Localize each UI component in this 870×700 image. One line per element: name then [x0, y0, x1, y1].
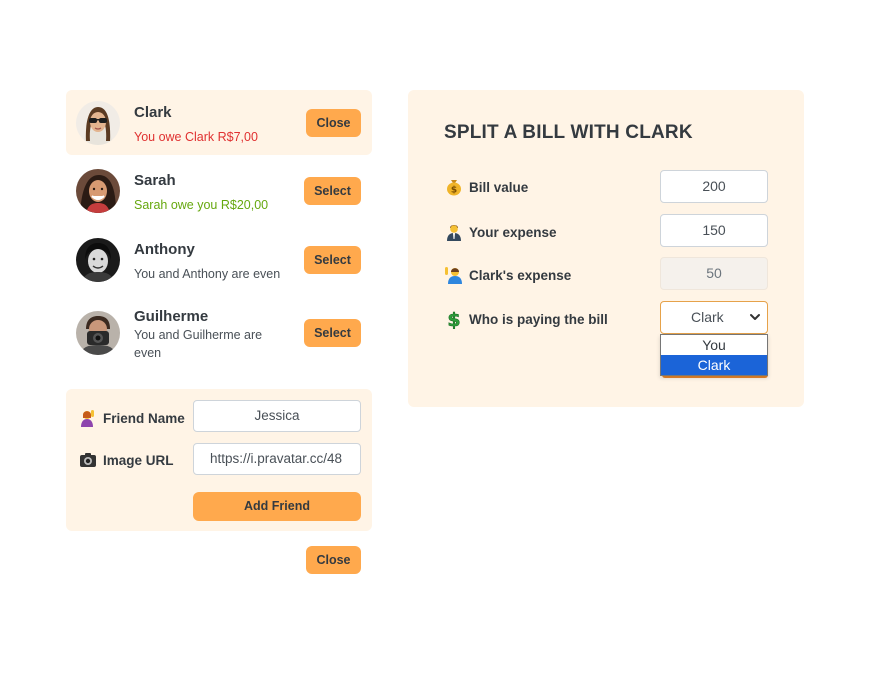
add-friend-button[interactable]: Add Friend [193, 492, 361, 521]
friend-name: Guilherme [134, 308, 209, 325]
image-url-input[interactable]: https://i.pravatar.cc/48 [193, 443, 361, 475]
friend-expense-label: Clark's expense [444, 266, 571, 284]
your-expense-input[interactable]: 150 [660, 214, 768, 247]
friend-name: Sarah [134, 172, 176, 189]
avatar-guilherme [76, 311, 120, 355]
payer-option-clark[interactable]: Clark [661, 355, 767, 375]
person-raising-hand-icon [444, 266, 464, 284]
add-friend-form: Friend Name Jessica Image URL https://i.… [66, 389, 372, 531]
friend-expense-input: 50 [660, 257, 768, 290]
camera-icon [78, 452, 98, 468]
svg-text:$: $ [451, 186, 457, 196]
friend-name-label-text: Friend Name [103, 410, 185, 426]
man-in-suit-icon [444, 223, 464, 241]
bill-value-label-text: Bill value [469, 179, 529, 195]
split-bill-title: SPLIT A BILL WITH CLARK [444, 122, 693, 143]
friend-item-guilherme: Guilherme You and Guilherme are even Sel… [66, 300, 372, 365]
avatar-clark [76, 101, 120, 145]
friend-item-clark: Clark You owe Clark R$7,00 Close [66, 90, 372, 155]
payer-select-value: Clark [691, 309, 724, 325]
friend-balance-status: Sarah owe you R$20,00 [134, 198, 269, 212]
friend-item-sarah: Sarah Sarah owe you R$20,00 Select [66, 158, 372, 223]
dollar-sign-icon: $ [444, 309, 464, 329]
payer-option-you[interactable]: You [661, 335, 767, 355]
svg-text:$: $ [447, 309, 460, 329]
friend-name: Anthony [134, 241, 195, 258]
friend-balance-status: You and Guilherme are even [134, 328, 263, 360]
friend-name-input[interactable]: Jessica [193, 400, 361, 432]
select-friend-button[interactable]: Select [304, 177, 361, 205]
friend-name: Clark [134, 104, 172, 121]
your-expense-label: Your expense [444, 223, 557, 241]
select-friend-button[interactable]: Select [304, 319, 361, 347]
friend-balance-status: You owe Clark R$7,00 [134, 130, 258, 144]
bill-value-label: $ Bill value [444, 178, 528, 196]
friend-name-label: Friend Name [78, 409, 185, 427]
payer-label: $ Who is paying the bill [444, 309, 608, 329]
friend-balance-status: You and Anthony are even [134, 267, 281, 281]
close-friend-button[interactable]: Close [306, 109, 361, 137]
payer-select[interactable]: Clark [660, 301, 768, 334]
payer-label-text: Who is paying the bill [469, 311, 608, 327]
your-expense-label-text: Your expense [469, 224, 557, 240]
avatar-anthony [76, 238, 120, 282]
image-url-label: Image URL [78, 452, 174, 468]
image-url-label-text: Image URL [103, 452, 174, 468]
money-bag-icon: $ [444, 178, 464, 196]
close-form-button[interactable]: Close [306, 546, 361, 574]
friend-expense-label-text: Clark's expense [469, 267, 572, 283]
friend-item-anthony: Anthony You and Anthony are even Select [66, 227, 372, 292]
avatar-sarah [76, 169, 120, 213]
payer-dropdown-list: You Clark [660, 334, 768, 376]
person-raising-hand-icon [78, 409, 98, 427]
select-friend-button[interactable]: Select [304, 246, 361, 274]
bill-value-input[interactable]: 200 [660, 170, 768, 203]
